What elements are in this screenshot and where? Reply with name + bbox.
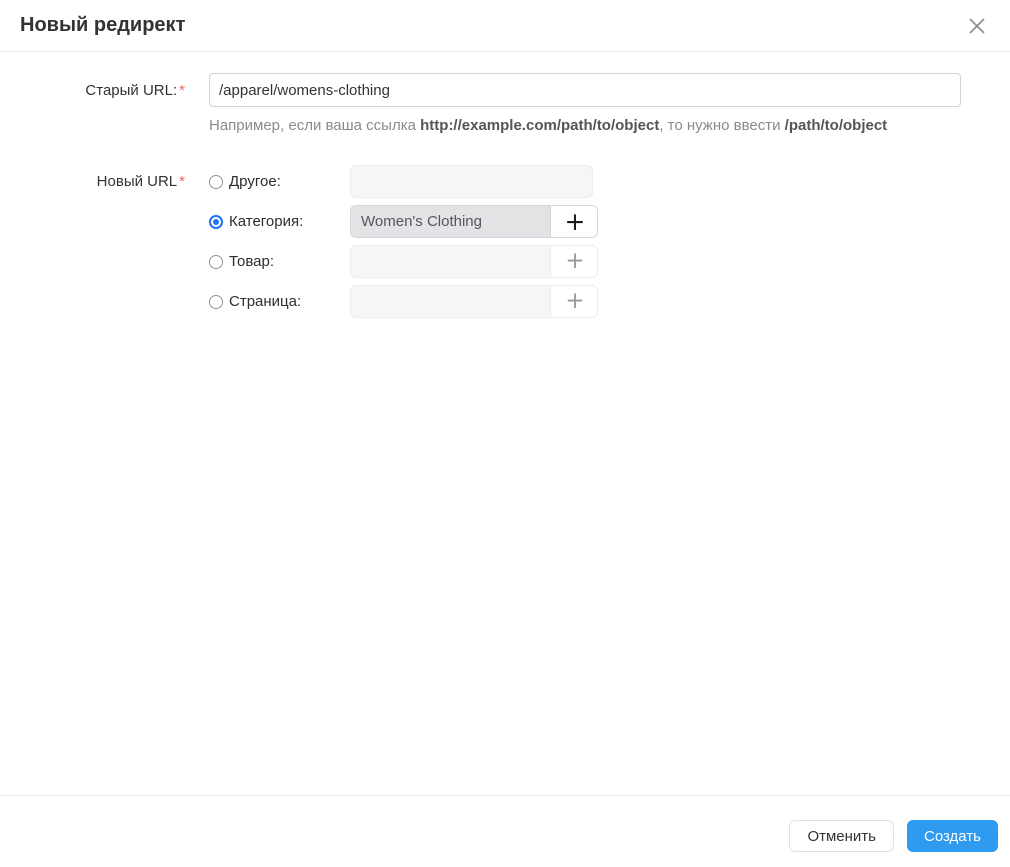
required-asterisk: * [179,82,185,99]
add-page-button[interactable]: + [550,286,597,317]
radio-category[interactable]: Категория: [209,213,350,230]
new-url-option-page: Страница: + [209,285,598,318]
cancel-button[interactable]: Отменить [789,820,894,852]
modal-footer: Отменить Создать [0,795,1010,867]
old-url-input[interactable] [209,73,961,107]
modal-header: Новый редирект [0,0,1010,52]
page-input[interactable] [351,286,550,317]
radio-icon[interactable] [209,174,223,189]
radio-icon[interactable] [209,254,223,269]
close-icon [968,17,986,35]
radio-other[interactable]: Другое: [209,173,350,190]
plus-icon: + [565,288,585,314]
new-url-label: Новый URL * [96,173,185,190]
add-product-button[interactable]: + [550,246,597,277]
create-button[interactable]: Создать [906,820,998,852]
new-url-option-product: Товар: + [209,245,598,278]
other-url-input[interactable] [351,166,592,197]
radio-icon[interactable] [209,214,223,229]
old-url-hint: Например, если ваша ссылка http://exampl… [209,117,888,134]
radio-page[interactable]: Страница: [209,293,350,310]
category-input[interactable] [351,206,550,237]
plus-icon: + [564,207,586,236]
old-url-row: Старый URL:* Например, если ваша ссылка … [0,73,1010,134]
radio-product[interactable]: Товар: [209,253,350,270]
page-title: Новый редирект [20,14,186,36]
new-url-row: Новый URL * Другое: Категория: Women's C… [0,165,1010,325]
radio-icon[interactable] [209,294,223,309]
product-input[interactable] [351,246,550,277]
new-url-option-other: Другое: [209,165,598,198]
close-button[interactable] [966,15,988,37]
modal-body: Старый URL:* Например, если ваша ссылка … [0,73,1010,325]
new-redirect-modal: Новый редирект Старый URL:* Например, ес… [0,0,1010,867]
old-url-label: Старый URL: * [85,82,185,99]
add-category-button[interactable]: + [550,206,597,237]
required-asterisk: * [179,173,185,190]
new-url-option-category: Категория: + [209,205,598,238]
plus-icon: + [565,248,585,274]
